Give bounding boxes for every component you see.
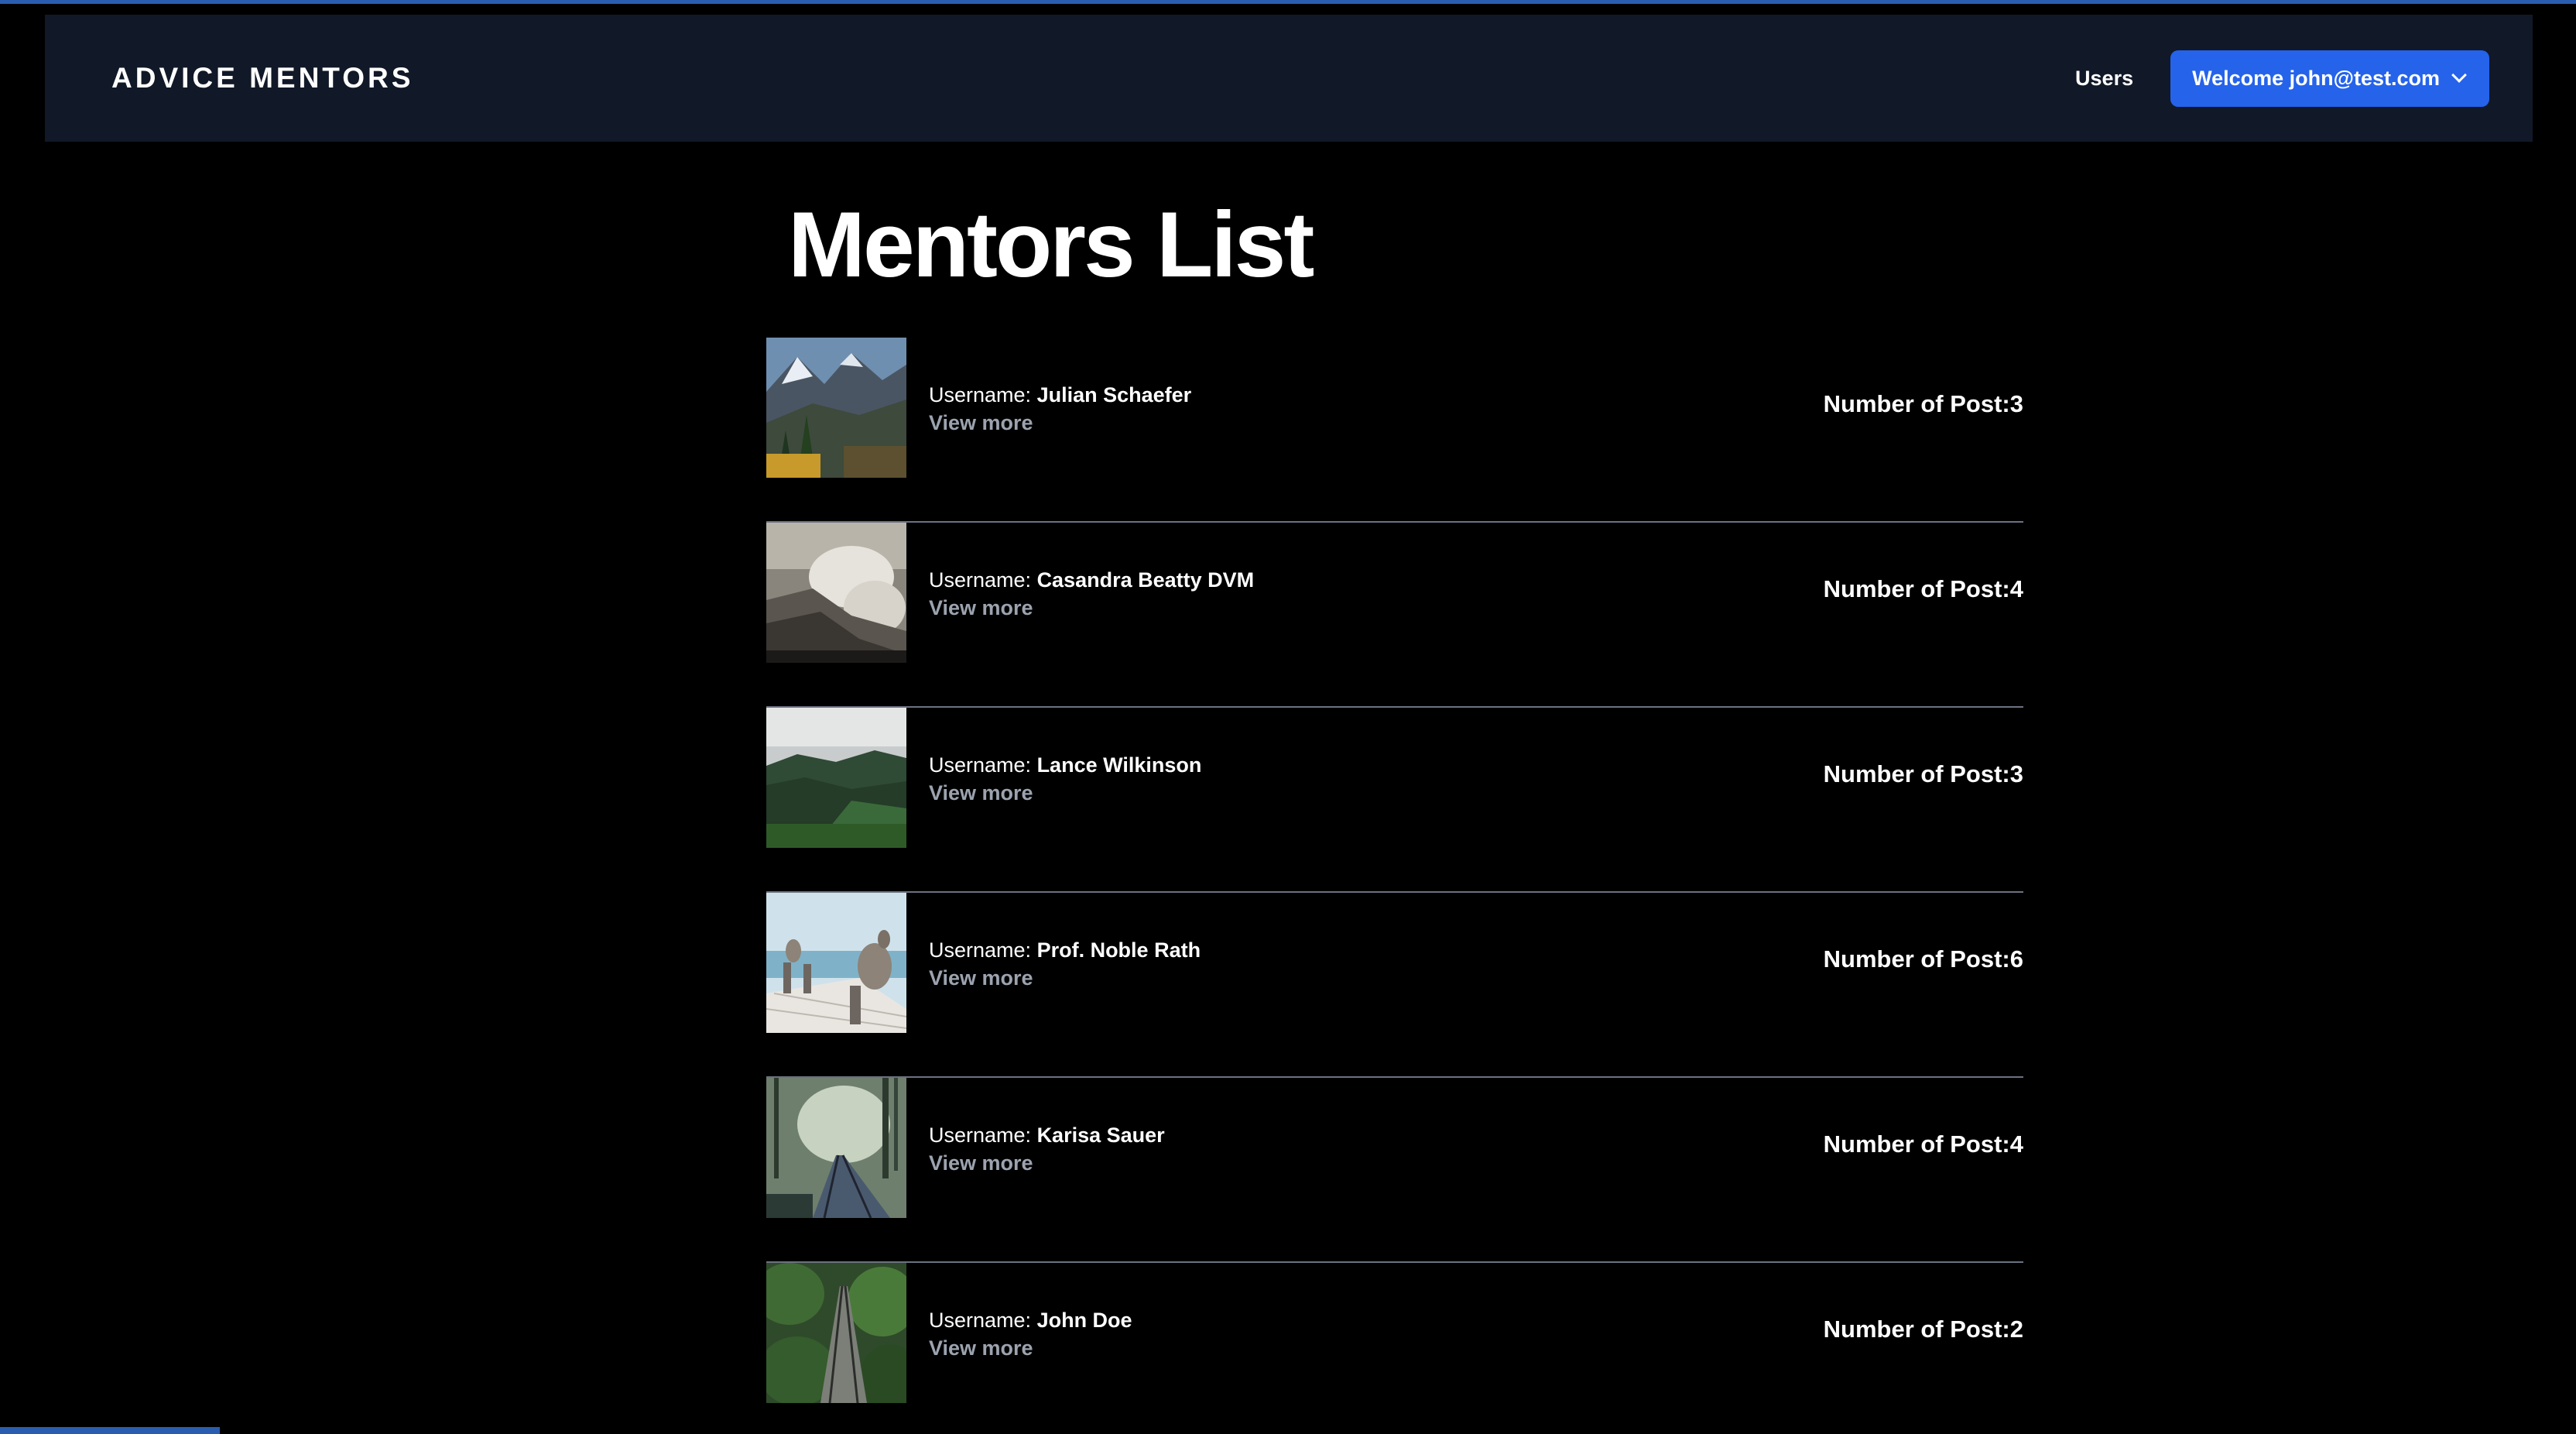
mentor-row: Username: Julian Schaefer View more Numb…: [766, 338, 2023, 523]
nav-right: Users Welcome john@test.com: [2075, 50, 2489, 107]
post-count-value: 3: [2009, 390, 2023, 417]
mentor-info: Username: Julian Schaefer View more: [929, 381, 1191, 437]
username-value: Casandra Beatty DVM: [1036, 568, 1255, 592]
username-value: Karisa Sauer: [1036, 1124, 1165, 1147]
view-more-link[interactable]: View more: [929, 594, 1254, 622]
mentor-thumbnail-image[interactable]: [766, 338, 906, 478]
post-count-value: 6: [2009, 945, 2023, 973]
username-value: John Doe: [1036, 1309, 1132, 1332]
post-count-label: Number of Post:: [1823, 390, 2010, 417]
mentor-row: Username: Prof. Noble Rath View more Num…: [766, 893, 2023, 1078]
username-line: Username: Casandra Beatty DVM: [929, 566, 1254, 594]
username-label: Username:: [929, 753, 1037, 777]
post-count-value: 3: [2009, 760, 2023, 787]
mentor-thumbnail-image[interactable]: [766, 1078, 906, 1218]
username-line: Username: Lance Wilkinson: [929, 751, 1201, 779]
view-more-link[interactable]: View more: [929, 779, 1201, 807]
username-line: Username: Julian Schaefer: [929, 381, 1191, 409]
top-loading-bar: [0, 0, 2576, 4]
mentor-info: Username: John Doe View more: [929, 1306, 1132, 1362]
view-more-link[interactable]: View more: [929, 409, 1191, 437]
username-label: Username:: [929, 1124, 1037, 1147]
post-count-value: 2: [2009, 1316, 2023, 1343]
mentor-thumbnail-image[interactable]: [766, 893, 906, 1033]
post-count-label: Number of Post:: [1823, 760, 2010, 787]
mentor-thumbnail-image[interactable]: [766, 708, 906, 848]
post-count: Number of Post:6: [1824, 945, 2023, 973]
username-line: Username: John Doe: [929, 1306, 1132, 1334]
username-line: Username: Prof. Noble Rath: [929, 936, 1201, 964]
username-label: Username:: [929, 568, 1037, 592]
view-more-link[interactable]: View more: [929, 1149, 1165, 1177]
mentor-info: Username: Casandra Beatty DVM View more: [929, 566, 1254, 622]
mentor-row: Username: Lance Wilkinson View more Numb…: [766, 708, 2023, 893]
brand-logo[interactable]: ADVICE MENTORS: [111, 62, 413, 94]
mentor-row: Username: Casandra Beatty DVM View more …: [766, 523, 2023, 708]
post-count-label: Number of Post:: [1823, 575, 2010, 602]
post-count-label: Number of Post:: [1823, 1130, 2010, 1158]
mentor-info: Username: Lance Wilkinson View more: [929, 751, 1201, 807]
mentor-row: Username: Karisa Sauer View more Number …: [766, 1078, 2023, 1263]
username-label: Username:: [929, 383, 1037, 407]
username-value: Lance Wilkinson: [1036, 753, 1202, 777]
post-count: Number of Post:3: [1824, 390, 2023, 418]
post-count-label: Number of Post:: [1823, 1316, 2010, 1343]
bottom-progress-bar: [0, 1427, 220, 1434]
view-more-link[interactable]: View more: [929, 1334, 1132, 1362]
username-value: Julian Schaefer: [1036, 383, 1192, 407]
view-more-link[interactable]: View more: [929, 964, 1201, 992]
post-count-value: 4: [2009, 1130, 2023, 1158]
username-value: Prof. Noble Rath: [1036, 938, 1201, 962]
mentor-list: Username: Julian Schaefer View more Numb…: [766, 338, 2023, 1434]
top-navbar: ADVICE MENTORS Users Welcome john@test.c…: [45, 15, 2533, 142]
mentor-thumbnail-image[interactable]: [766, 1263, 906, 1403]
post-count: Number of Post:3: [1824, 760, 2023, 788]
mentor-info: Username: Karisa Sauer View more: [929, 1121, 1165, 1177]
post-count: Number of Post:4: [1824, 1130, 2023, 1158]
user-menu-button[interactable]: Welcome john@test.com: [2170, 50, 2489, 107]
nav-users-link[interactable]: Users: [2075, 67, 2133, 91]
username-label: Username:: [929, 1309, 1037, 1332]
mentor-row: Username: John Doe View more Number of P…: [766, 1263, 2023, 1434]
mentor-thumbnail-image[interactable]: [766, 523, 906, 663]
username-line: Username: Karisa Sauer: [929, 1121, 1165, 1149]
post-count: Number of Post:4: [1824, 575, 2023, 603]
username-label: Username:: [929, 938, 1037, 962]
post-count-label: Number of Post:: [1823, 945, 2010, 973]
chevron-down-icon: [2451, 67, 2467, 83]
page-title: Mentors List: [788, 193, 1314, 297]
post-count: Number of Post:2: [1824, 1316, 2023, 1343]
user-menu-label: Welcome john@test.com: [2192, 66, 2440, 90]
mentor-info: Username: Prof. Noble Rath View more: [929, 936, 1201, 992]
app-page: ADVICE MENTORS Users Welcome john@test.c…: [0, 0, 2576, 1434]
post-count-value: 4: [2009, 575, 2023, 602]
